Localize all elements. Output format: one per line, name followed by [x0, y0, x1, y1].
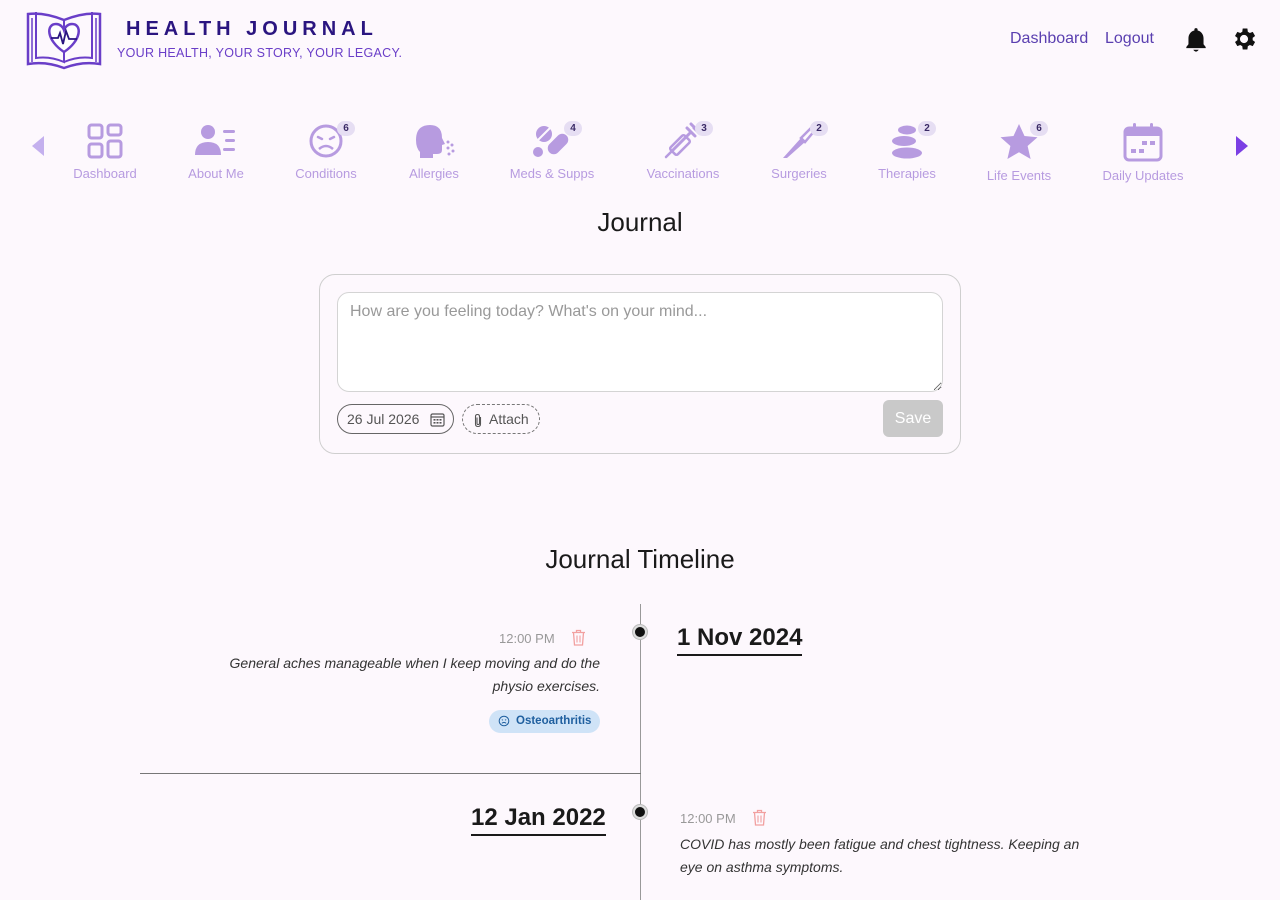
- logout-link[interactable]: Logout: [1105, 30, 1154, 48]
- nav-label: Conditions: [295, 166, 357, 181]
- date-picker[interactable]: 26 Jul 2026: [337, 404, 454, 434]
- calendar-icon: [1123, 123, 1163, 162]
- sick-face-icon: [498, 715, 510, 727]
- timeline-date: 12 Jan 2022: [471, 804, 606, 836]
- page-title: Journal: [597, 207, 683, 237]
- timeline-date: 1 Nov 2024: [677, 624, 803, 656]
- timeline-divider: [140, 773, 641, 774]
- category-nav: Dashboard About Me Conditions 6 Allergie…: [0, 110, 1280, 190]
- entry-text: General aches manageable when I keep mov…: [229, 655, 600, 694]
- count-badge: 2: [918, 121, 936, 136]
- app-title: HEALTH JOURNAL: [126, 18, 378, 40]
- attach-button[interactable]: Attach: [462, 404, 540, 434]
- entry-time: 12:00 PM: [499, 631, 555, 646]
- nav-label: Therapies: [878, 166, 936, 181]
- dashboard-link[interactable]: Dashboard: [1010, 30, 1088, 48]
- gear-icon[interactable]: [1230, 25, 1258, 53]
- nav-label: Dashboard: [73, 166, 137, 181]
- nav-label: Daily Updates: [1102, 168, 1184, 183]
- count-badge: 2: [810, 121, 828, 136]
- entry-time: 12:00 PM: [680, 811, 736, 826]
- trash-icon[interactable]: [571, 629, 586, 646]
- nav-vaccinations[interactable]: Vaccinations 3: [628, 110, 738, 186]
- count-badge: 6: [337, 121, 355, 136]
- count-badge: 4: [564, 121, 582, 136]
- journal-entry-input[interactable]: [337, 292, 943, 392]
- nav-label: About Me: [188, 166, 244, 181]
- journal-entry-card: 26 Jul 2026 Attach Save: [319, 274, 961, 454]
- nav-meds-supps[interactable]: Meds & Supps 4: [497, 110, 607, 186]
- condition-tag[interactable]: Osteoarthritis: [489, 710, 601, 733]
- nav-label: Life Events: [986, 168, 1052, 183]
- person-card-icon: [195, 125, 235, 155]
- nav-label: Vaccinations: [646, 166, 720, 181]
- nav-therapies[interactable]: Therapies 2: [852, 110, 962, 186]
- save-button[interactable]: Save: [883, 400, 943, 437]
- nav-label: Meds & Supps: [509, 166, 595, 181]
- nav-life-events[interactable]: Life Events 6: [964, 110, 1074, 186]
- timeline-marker: [633, 805, 647, 819]
- count-badge: 3: [695, 121, 713, 136]
- nav-allergies[interactable]: Allergies: [379, 110, 489, 186]
- attach-label: Attach: [489, 411, 529, 427]
- paperclip-icon: [474, 413, 482, 428]
- nav-daily-updates[interactable]: Daily Updates: [1088, 110, 1198, 186]
- nav-label: Surgeries: [771, 166, 827, 181]
- timeline-title: Journal Timeline: [545, 544, 735, 574]
- book-heart-logo-icon[interactable]: [24, 6, 104, 72]
- calendar-icon: [430, 413, 445, 427]
- tag-label: Osteoarthritis: [516, 715, 592, 727]
- date-value: 26 Jul 2026: [347, 411, 420, 427]
- sneeze-head-icon: [416, 125, 455, 158]
- app-tagline: YOUR HEALTH, YOUR STORY, YOUR LEGACY.: [117, 46, 403, 60]
- scroll-left-arrow-icon[interactable]: [28, 132, 48, 160]
- scroll-right-arrow-icon[interactable]: [1232, 132, 1252, 160]
- nav-surgeries[interactable]: Surgeries 2: [744, 110, 854, 186]
- nav-label: Allergies: [409, 166, 459, 181]
- count-badge: 6: [1030, 121, 1048, 136]
- timeline-axis: [640, 604, 641, 900]
- bell-icon[interactable]: [1183, 26, 1209, 54]
- grid-icon: [87, 123, 123, 159]
- nav-about-me[interactable]: About Me: [161, 110, 271, 186]
- nav-dashboard[interactable]: Dashboard: [50, 110, 160, 186]
- timeline-marker: [633, 625, 647, 639]
- trash-icon[interactable]: [752, 809, 767, 826]
- app-header: HEALTH JOURNAL YOUR HEALTH, YOUR STORY, …: [0, 0, 1280, 80]
- entry-text: COVID has mostly been fatigue and chest …: [680, 836, 1080, 875]
- nav-conditions[interactable]: Conditions 6: [271, 110, 381, 186]
